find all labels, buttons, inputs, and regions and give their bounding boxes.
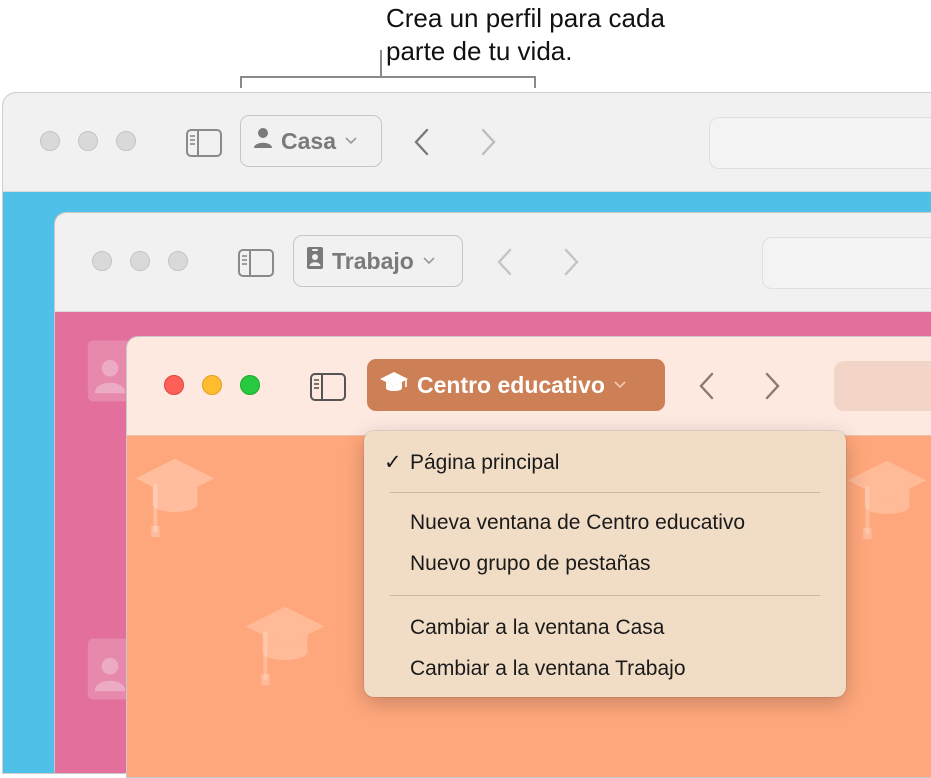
- callout-bracket-left: [240, 76, 242, 88]
- zoom-button[interactable]: [168, 251, 188, 271]
- zoom-button[interactable]: [116, 131, 136, 151]
- callout-bracket: [240, 76, 536, 78]
- checkmark-icon: ✓: [384, 451, 402, 474]
- menu-item-cambiar-trabajo[interactable]: Cambiar a la ventana Trabajo: [410, 657, 686, 681]
- graduation-cap-icon: [845, 455, 929, 550]
- close-button[interactable]: [92, 251, 112, 271]
- menu-item-pagina-principal[interactable]: ✓ Página principal: [384, 450, 559, 475]
- address-bar[interactable]: [762, 237, 931, 289]
- sidebar-toggle-icon[interactable]: [310, 373, 346, 406]
- profile-name: Casa: [281, 127, 336, 154]
- close-button[interactable]: [164, 375, 184, 395]
- menu-item-cambiar-casa[interactable]: Cambiar a la ventana Casa: [410, 616, 664, 640]
- person-icon: [253, 127, 273, 155]
- minimize-button[interactable]: [202, 375, 222, 395]
- callout-text: Crea un perfil para cada parte de tu vid…: [386, 3, 665, 66]
- forward-button-icon[interactable]: [560, 247, 582, 282]
- toolbar-centro-educativo: Centro educativo: [127, 337, 931, 436]
- back-button-icon[interactable]: [411, 127, 433, 162]
- profile-button-trabajo[interactable]: Trabajo: [293, 235, 463, 287]
- forward-button-icon[interactable]: [477, 127, 499, 162]
- menu-separator: [390, 595, 820, 596]
- address-bar[interactable]: [709, 117, 931, 169]
- minimize-button[interactable]: [130, 251, 150, 271]
- graduation-cap-icon: [379, 370, 409, 400]
- menu-item-nuevo-grupo[interactable]: Nuevo grupo de pestañas: [410, 552, 651, 576]
- chevron-down-icon: [614, 381, 626, 389]
- close-button[interactable]: [40, 131, 60, 151]
- profile-button-casa[interactable]: Casa: [240, 115, 382, 167]
- profile-name: Centro educativo: [417, 371, 605, 398]
- back-button-icon[interactable]: [494, 247, 516, 282]
- profile-menu: ✓ Página principal Nueva ventana de Centr…: [364, 431, 846, 697]
- sidebar-toggle-icon[interactable]: [186, 129, 222, 162]
- chevron-down-icon: [345, 137, 357, 145]
- callout-bracket-stem: [380, 50, 382, 77]
- profile-name: Trabajo: [332, 247, 414, 274]
- menu-separator: [390, 492, 820, 493]
- address-bar[interactable]: [834, 361, 931, 411]
- id-badge-icon: [306, 246, 324, 276]
- toolbar-casa: Casa: [3, 93, 931, 192]
- forward-button-icon[interactable]: [761, 371, 783, 406]
- menu-item-label: Página principal: [410, 451, 560, 474]
- minimize-button[interactable]: [78, 131, 98, 151]
- graduation-cap-icon: [243, 601, 327, 696]
- profile-button-centro-educativo[interactable]: Centro educativo: [367, 359, 665, 411]
- sidebar-toggle-icon[interactable]: [238, 249, 274, 282]
- chevron-down-icon: [423, 257, 435, 265]
- back-button-icon[interactable]: [696, 371, 718, 406]
- callout-bracket-right: [534, 76, 536, 88]
- graduation-cap-icon: [133, 453, 217, 548]
- zoom-button[interactable]: [240, 375, 260, 395]
- menu-item-nueva-ventana[interactable]: Nueva ventana de Centro educativo: [410, 511, 745, 535]
- toolbar-trabajo: Trabajo: [55, 213, 931, 312]
